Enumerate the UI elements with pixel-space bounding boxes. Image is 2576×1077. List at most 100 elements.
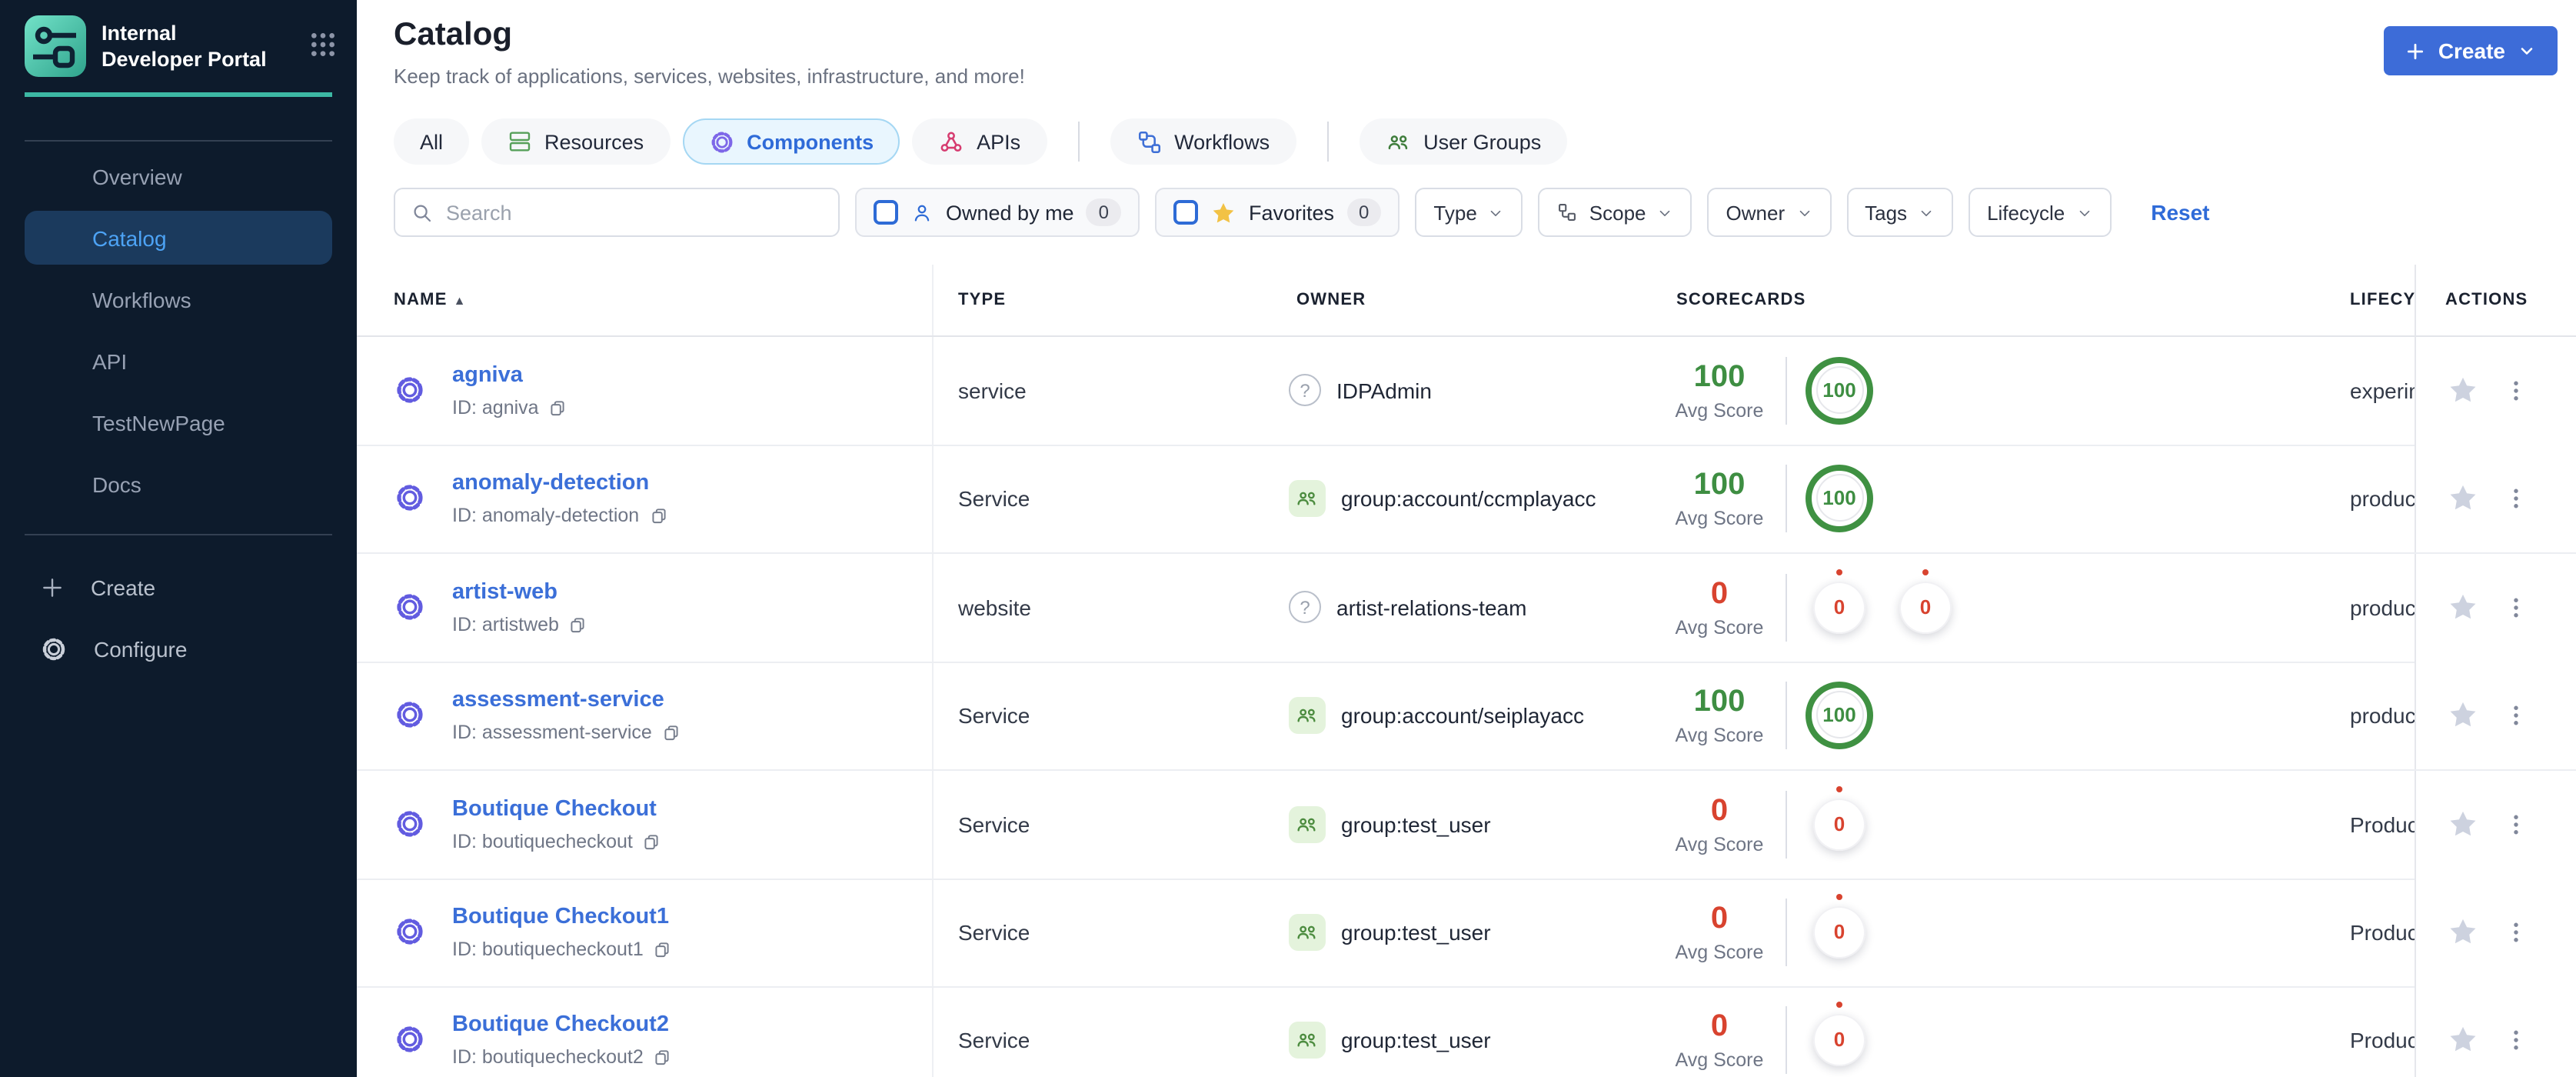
group-owner-icon [1289,805,1326,843]
entity-id: ID: anomaly-detection [452,505,640,527]
scorecard-ring[interactable]: 100 [1806,464,1873,532]
favorite-star-icon[interactable] [2447,482,2479,515]
entity-name-link[interactable]: Boutique Checkout [452,798,657,822]
scorecard-ring[interactable]: 0 [1813,893,1865,959]
copy-icon[interactable] [653,940,673,960]
tab-workflows[interactable]: Workflows [1110,118,1296,165]
avg-score-value: 0 [1710,793,1729,828]
sidebar-item-testnewpage[interactable]: TestNewPage [25,395,332,449]
app-grid-icon[interactable] [308,29,338,68]
type-cell: website [958,595,1031,620]
score-divider [1786,1005,1787,1074]
entity-name-link[interactable]: Boutique Checkout1 [452,905,669,930]
kebab-menu-icon[interactable] [2502,919,2530,946]
entity-name-link[interactable]: artist-web [452,581,557,605]
component-gear-icon [394,809,426,841]
lifecycle-cell: production [2350,702,2415,728]
avg-score-label: Avg Score [1675,616,1764,639]
favorite-star-icon[interactable] [2447,375,2479,407]
scope-dropdown[interactable]: Scope [1538,188,1692,237]
favorite-star-icon[interactable] [2447,592,2479,624]
owned-by-me-filter[interactable]: Owned by me 0 [855,188,1140,237]
tab-components[interactable]: Components [682,118,900,165]
lifecycle-cell: Production [2350,919,2415,945]
favorites-filter[interactable]: Favorites 0 [1154,188,1400,237]
kebab-menu-icon[interactable] [2502,594,2530,622]
component-gear-icon [394,699,426,732]
copy-icon[interactable] [568,615,588,635]
lifecycle-dropdown[interactable]: Lifecycle [1969,188,2112,237]
kebab-menu-icon[interactable] [2502,1026,2530,1054]
reset-filters-link[interactable]: Reset [2151,200,2209,225]
copy-icon[interactable] [642,832,662,852]
sidebar-item-catalog[interactable]: Catalog [25,211,332,265]
scorecards-cell: 0 Avg Score 0 [1656,986,1873,1077]
sidebar-configure-button[interactable]: Configure [25,622,332,675]
brand-accent-rule [25,92,332,96]
owned-by-me-checkbox[interactable] [874,200,898,225]
owner-dropdown[interactable]: Owner [1707,188,1832,237]
create-button[interactable]: Create [2384,26,2558,75]
entity-name-link[interactable]: agniva [452,364,523,388]
owner-name: group:test_user [1341,919,1491,945]
avg-score-label: Avg Score [1675,1049,1764,1071]
column-header-name[interactable]: NAME ▲ [394,291,467,309]
kebab-menu-icon[interactable] [2502,702,2530,729]
favorite-star-icon[interactable] [2447,1024,2479,1056]
avg-score-label: Avg Score [1675,507,1764,529]
copy-icon[interactable] [653,1048,673,1068]
tab-apis[interactable]: APIs [912,118,1047,165]
copy-icon[interactable] [661,723,681,743]
owned-by-me-count: 0 [1086,198,1121,226]
tab-user-groups[interactable]: User Groups [1359,118,1568,165]
scorecards-cell: 100 Avg Score 100 [1656,662,1873,769]
favorite-star-icon[interactable] [2447,699,2479,732]
scorecard-ring[interactable]: 100 [1806,356,1873,425]
type-dropdown[interactable]: Type [1415,188,1523,237]
favorites-checkbox[interactable] [1173,200,1198,225]
copy-icon[interactable] [648,506,668,526]
table-row: Boutique Checkout ID: boutiquecheckout S… [357,771,2576,879]
entity-name-link[interactable]: assessment-service [452,689,664,713]
kebab-menu-icon[interactable] [2502,485,2530,512]
owner-cell: ? artist-relations-team [1289,554,1526,661]
sidebar-create-button[interactable]: Create [25,560,332,614]
entity-id: ID: agniva [452,397,539,419]
actions-cell [2415,771,2576,878]
scope-dropdown-label: Scope [1589,201,1646,224]
kebab-menu-icon[interactable] [2502,811,2530,839]
component-gear-icon [394,916,426,949]
copy-icon[interactable] [548,398,568,418]
sidebar-item-workflows[interactable]: Workflows [25,272,332,326]
sidebar-item-api[interactable]: API [25,334,332,388]
component-gear-icon [394,375,426,407]
entity-name-link[interactable]: anomaly-detection [452,472,649,496]
sidebar: Internal Developer Portal Overview Catal… [0,0,357,1077]
avg-score-value: 0 [1710,901,1729,935]
scorecard-ring[interactable]: 0 [1813,569,1865,634]
scorecard-ring[interactable]: 100 [1806,681,1873,749]
unknown-owner-icon: ? [1289,374,1321,407]
person-icon [910,201,934,224]
sidebar-item-docs[interactable]: Docs [25,457,332,511]
kebab-menu-icon[interactable] [2502,377,2530,405]
favorite-star-icon[interactable] [2447,916,2479,949]
tab-resources[interactable]: Resources [481,118,671,165]
scorecards-cell: 100 Avg Score 100 [1656,337,1873,444]
favorite-star-icon[interactable] [2447,809,2479,841]
brand: Internal Developer Portal [25,15,338,77]
tags-dropdown[interactable]: Tags [1846,188,1954,237]
tab-all[interactable]: All [394,118,470,165]
scorecard-ring[interactable]: 0 [1813,1001,1865,1066]
sidebar-create-label: Create [91,575,156,599]
search-input[interactable] [446,201,823,224]
owner-cell: ? IDPAdmin [1289,337,1432,444]
tab-apis-label: APIs [977,130,1021,153]
scorecard-ring[interactable]: 0 [1813,785,1865,851]
name-cell: assessment-service ID: assessment-servic… [394,662,681,769]
entity-name-link[interactable]: Boutique Checkout2 [452,1013,669,1038]
scorecard-ring[interactable]: 0 [1899,569,1952,634]
sidebar-item-overview[interactable]: Overview [25,149,332,203]
owner-cell: group:test_user [1289,986,1491,1077]
table-header: NAME▲ TYPE OWNER SCORECARDS LIFECYCLE AC… [357,265,2576,337]
